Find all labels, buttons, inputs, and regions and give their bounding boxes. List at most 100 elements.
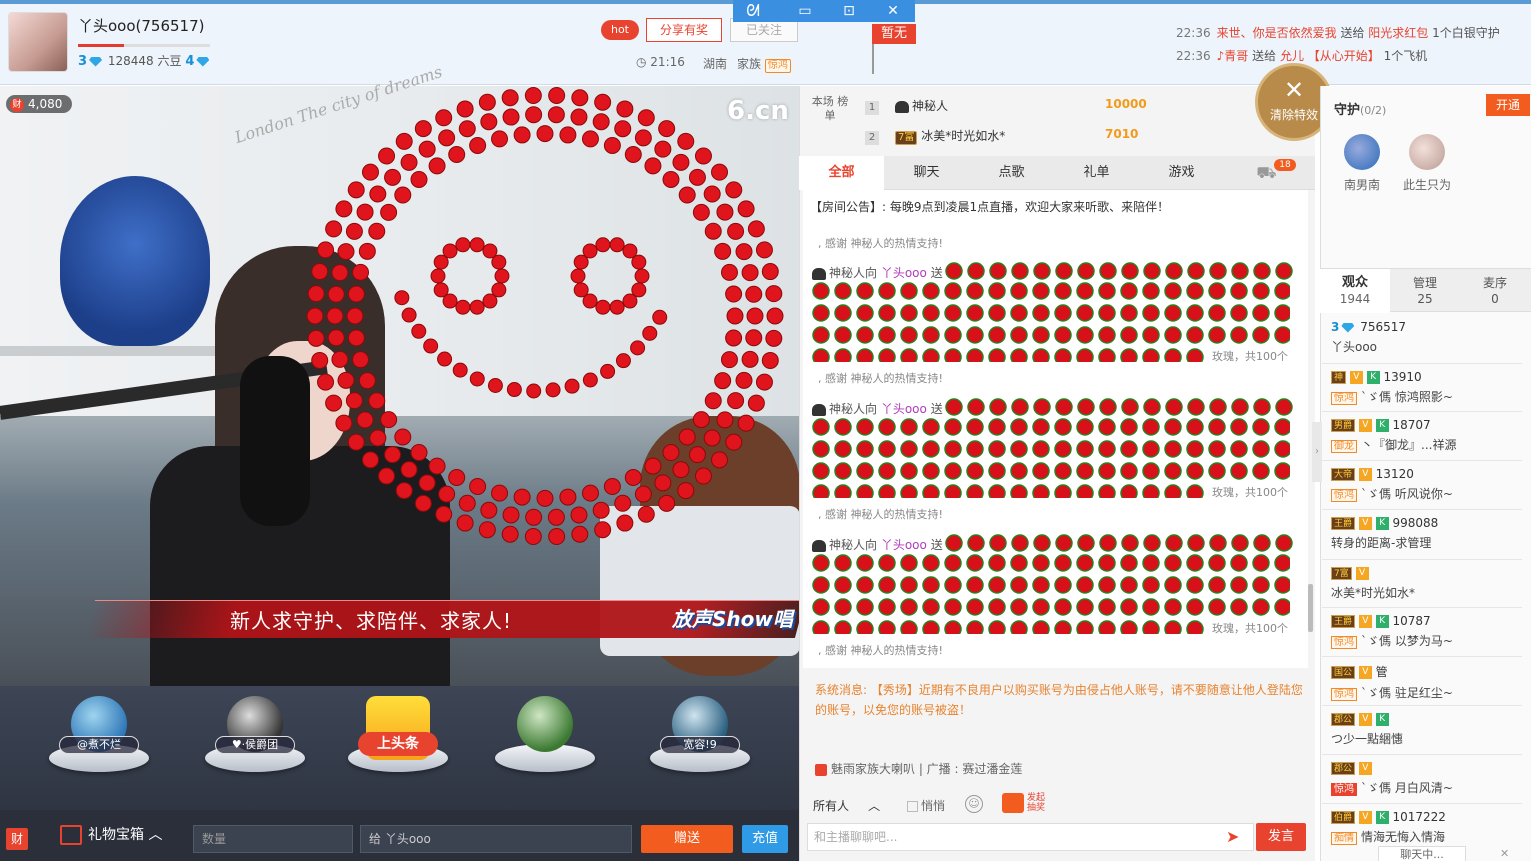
audience-item[interactable]: 3 756517 丫头ooo (1331, 320, 1521, 355)
rose-mark (595, 237, 611, 253)
send-gift-button[interactable]: 赠送 (641, 825, 733, 853)
rose-mark (548, 86, 566, 104)
rose-icon (1076, 418, 1094, 436)
audience-item[interactable]: 郡公 V K つ少一點綑憓 (1331, 712, 1521, 747)
rose-icon (1186, 620, 1204, 634)
tab-songs[interactable]: 点歌 (969, 156, 1054, 190)
gift-item[interactable]: ♥·侯爵团 (200, 696, 310, 796)
guard-item[interactable]: 南男南 (1332, 134, 1392, 193)
chat-input[interactable]: 和主播聊聊吧... (807, 823, 1254, 851)
rose-icon (988, 598, 1006, 616)
ranking-row[interactable]: 1 神秘人 10000 (865, 97, 1147, 115)
audience-item[interactable]: 王爵 V K 998088 转身的距离-求管理 (1331, 516, 1521, 551)
tab-audience[interactable]: 观众 1944 (1320, 269, 1390, 313)
gift-receiver[interactable]: 丫头ooo (881, 266, 927, 280)
tab-chat[interactable]: 聊天 (884, 156, 969, 190)
audience-item[interactable]: 国公 V 管惊鸿 `ゞ傌 驻足红尘~ (1331, 663, 1521, 701)
rose-icon (1098, 418, 1116, 436)
rose-icon (834, 598, 852, 616)
emoji-button[interactable]: ☺ (965, 795, 983, 813)
rose-icon (1120, 304, 1138, 322)
gift-item[interactable] (490, 696, 600, 796)
close-icon[interactable]: ✕ (1500, 847, 1524, 861)
rose-icon (1230, 282, 1248, 300)
rose-mark (501, 89, 519, 107)
family-broadcast: 魅雨家族大喇叭 | 广播 : 赛过潘金莲 (815, 760, 1022, 777)
chat-target-select[interactable]: 所有人 ︿ (813, 797, 880, 814)
rose-mark (395, 482, 413, 500)
chat-status-tab[interactable]: 聊天中... (1378, 846, 1466, 861)
gift-sender[interactable]: 神秘人向 (829, 538, 877, 552)
rose-icon (1165, 262, 1183, 280)
rose-mark (725, 181, 743, 199)
recharge-button[interactable]: 充值 (742, 825, 788, 853)
ranking-title[interactable]: 本场 榜单 (810, 95, 850, 123)
audience-item[interactable]: 男爵 V K 18707 御龙 丶『御龙』...祥源 (1331, 418, 1521, 453)
audience-name: 情海无悔入情海 (1361, 830, 1446, 844)
lottery-button[interactable]: 发起 抽奖 (1002, 793, 1050, 815)
rose-mark (755, 373, 773, 391)
notice-line-2: 22:36 ♪青哥 送给 允儿 【从心开始】 1个飞机 (1176, 47, 1427, 64)
headline-gift[interactable]: 上头条 (343, 696, 453, 796)
audience-item[interactable]: 神 V K 13910 惊鸿 `ゞ傌 惊鸿照影~ (1331, 370, 1521, 405)
audience-item[interactable]: 大帝 V 13120 惊鸿 `ゞ傌 听风说你~ (1331, 467, 1521, 502)
rose-mark (325, 220, 343, 238)
share-button[interactable]: 分享有奖 (646, 18, 722, 42)
rose-mark (325, 394, 343, 412)
audience-item[interactable]: 7富 V 冰美*时光如水* (1331, 566, 1521, 601)
quantity-input[interactable]: 数量 (193, 825, 353, 853)
rose-mark (356, 203, 374, 221)
audience-separator (1322, 705, 1522, 706)
host-avatar[interactable] (8, 12, 68, 72)
screenshot-icon[interactable]: ⊡ (829, 0, 869, 22)
gift-sender[interactable]: 神秘人向 (829, 266, 877, 280)
collapse-chevron-icon[interactable]: › (1312, 422, 1322, 482)
rose-icon (944, 462, 962, 480)
paper-plane-icon[interactable]: ➤ (1226, 827, 1246, 846)
chat-scrollbar[interactable] (1308, 584, 1313, 632)
gift-sender[interactable]: 神秘人向 (829, 402, 877, 416)
notice-receiver[interactable]: 允儿 【从心开始】 (1280, 49, 1380, 63)
restore-icon[interactable]: ▭ (785, 0, 825, 22)
tab-admin[interactable]: 管理 25 (1390, 269, 1460, 313)
tab-all[interactable]: 全部 (799, 156, 884, 190)
tab-mic-queue[interactable]: 麦序 0 (1460, 269, 1530, 313)
rose-mark (677, 482, 695, 500)
post-button[interactable]: 发言 (1256, 823, 1306, 851)
audience-item[interactable]: 伯爵 V K 1017222 痴情 情海无悔入情海 (1331, 810, 1521, 845)
notice-sender[interactable]: 来世、你是否依然爱我 (1217, 26, 1337, 40)
rose-icon (1054, 620, 1072, 634)
rose-mark (337, 371, 355, 389)
rose-mark (672, 153, 690, 171)
close-icon[interactable]: ✕ (873, 0, 913, 22)
rose-mark (455, 237, 471, 253)
whisper-checkbox[interactable]: 悄悄 (907, 797, 945, 814)
gift-item[interactable]: @煮不烂 (44, 696, 154, 796)
rose-icon (1010, 304, 1028, 322)
gift-receiver[interactable]: 丫头ooo (881, 538, 927, 552)
gift-receiver[interactable]: 丫头ooo (881, 402, 927, 416)
open-guard-button[interactable]: 开通 (1486, 94, 1530, 116)
checkbox-icon (907, 801, 918, 812)
ranking-row[interactable]: 2 7富 冰美*时光如水* 7010 (865, 127, 1138, 145)
rose-mark (410, 170, 428, 188)
gift-box-button[interactable]: 礼物宝箱 ︿ (60, 824, 162, 845)
audience-item[interactable]: 王爵 V K 10787 惊鸿 `ゞ傌 以梦为马~ (1331, 614, 1521, 649)
tab-gifts[interactable]: 礼单 (1054, 156, 1139, 190)
family-tag: 惊鸿 (1331, 392, 1357, 405)
guard-item[interactable]: 此生只为 (1397, 134, 1457, 193)
family-tag[interactable]: 惊鸿 (764, 59, 791, 73)
rose-mark (435, 109, 453, 127)
wealth-icon[interactable]: 财 (6, 828, 28, 850)
notice-sender[interactable]: ♪青哥 (1217, 49, 1249, 63)
audience-item[interactable]: 郡公 V 惊鸿 `ゞ傌 月白风清~ (1331, 761, 1521, 796)
rose-mark (678, 428, 696, 446)
rose-mark (614, 494, 632, 512)
rose-mark (337, 243, 355, 261)
audience-name: `ゞ傌 听风说你~ (1361, 487, 1453, 501)
recipient-select[interactable]: 给 丫头ooo (360, 825, 632, 853)
car-icon[interactable]: ⛟ (1224, 156, 1309, 190)
notice-receiver[interactable]: 阳光求红包 (1368, 26, 1428, 40)
tab-games[interactable]: 游戏 (1139, 156, 1224, 190)
gift-item[interactable]: 宽容!9 (645, 696, 755, 796)
